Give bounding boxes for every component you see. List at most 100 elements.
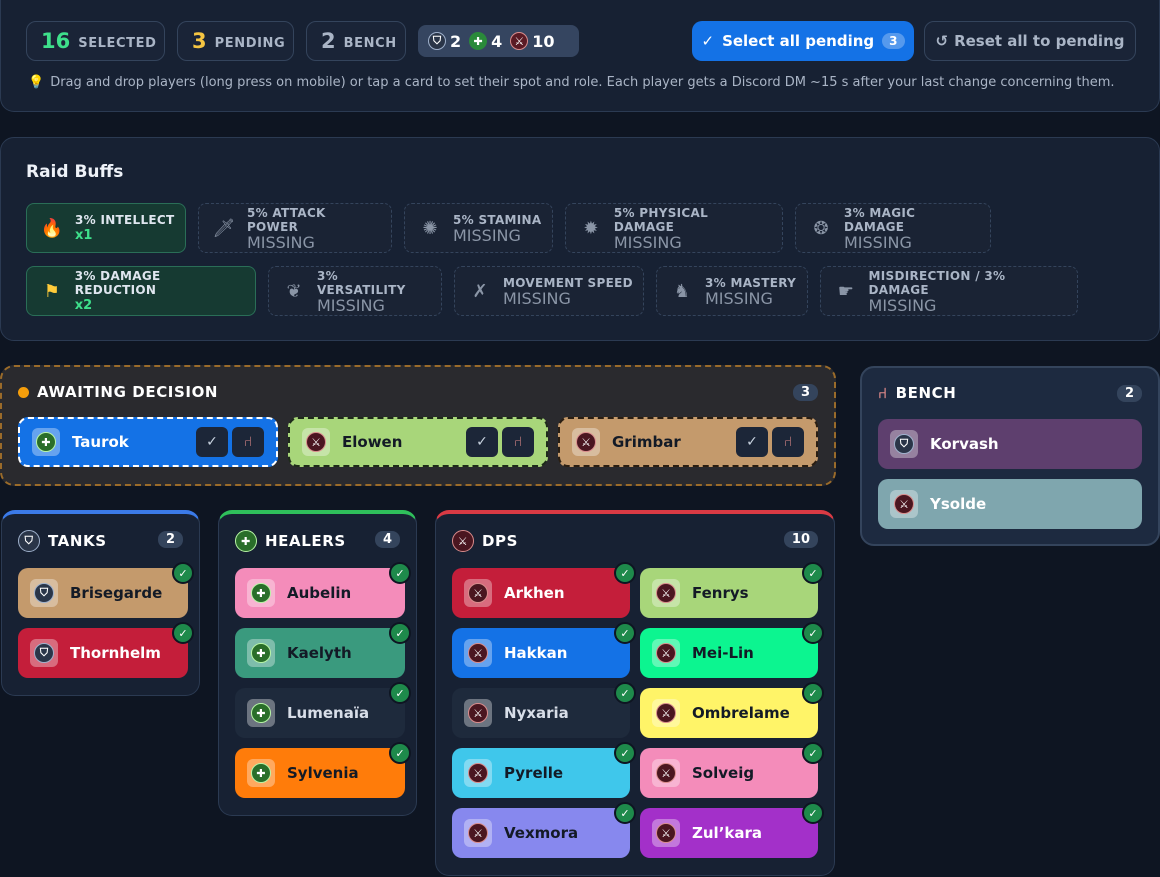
select-all-label: Select all pending [722,32,875,50]
selected-check-icon: ✓ [802,802,824,824]
player-card-hakkan[interactable]: ⚔ Hakkan ✓ [452,622,636,678]
reset-label: Reset all to pending [954,32,1125,50]
check-icon: ✓ [701,32,715,50]
avatar: ⚔ [464,819,492,847]
player-card-brisegarde[interactable]: ⛉ Brisegarde ✓ [18,562,194,618]
player-card-grimbar[interactable]: ⚔ Grimbar ✓ ⑁ [558,417,818,467]
dps-count-badge: 10 [783,531,818,548]
awaiting-decision-group[interactable]: AWAITING DECISION 3 ✚ Taurok ✓ ⑁ ⚔ Elowe… [0,365,836,486]
player-name: Brisegarde [70,584,163,602]
card-actions: ✓ ⑁ [466,427,534,457]
tank-count-value: 2 [450,31,462,51]
healer-icon: ✚ [251,703,271,723]
buff-value: MISSING [843,232,912,252]
player-name: Grimbar [612,433,681,451]
bench-count: 2 [321,29,336,53]
select-button[interactable]: ✓ [736,427,768,457]
cross-icon: ✚ [235,530,257,552]
selected-check-icon: ✓ [614,742,636,764]
player-card-solveig[interactable]: ⚔ Solveig ✓ [640,742,824,798]
avatar: ⚔ [890,490,918,518]
bench-button[interactable]: ⑁ [772,427,804,457]
pending-stat: 3 PENDING [177,21,294,61]
bench-button[interactable]: ⑁ [502,427,534,457]
select-button[interactable]: ✓ [466,427,498,457]
buff-value: MISSING [868,295,937,315]
tank-icon: ⛉ [34,643,54,663]
player-card-aubelin[interactable]: ✚ Aubelin ✓ [235,562,411,618]
avatar: ✚ [247,639,275,667]
player-card-ysolde[interactable]: ⚔ Ysolde [878,479,1142,529]
buff-name: 3% DAMAGE REDUCTION [74,268,161,297]
healer-count: ✚ 4 [469,32,502,51]
player-name: Arkhen [504,584,565,602]
healers-title-label: HEALERS [265,532,346,550]
bench-group[interactable]: ⑁ BENCH 2 ⛉ Korvash ⚔ Ysolde [860,366,1160,546]
select-button[interactable]: ✓ [196,427,228,457]
pending-dot-icon [18,386,29,398]
dps-group[interactable]: ⚔ DPS 10 ⚔ Arkhen ✓ ⚔ Fenrys ✓ ⚔ Hakkan … [435,510,835,876]
player-name: Pyrelle [504,764,564,782]
dps-icon: ⚔ [306,432,326,452]
avatar: ✚ [32,428,60,456]
player-card-thornhelm[interactable]: ⛉ Thornhelm ✓ [18,622,194,678]
player-name: Vexmora [504,824,579,842]
selected-stat: 16 SELECTED [26,21,165,61]
player-card-korvash[interactable]: ⛉ Korvash [878,419,1142,469]
player-name: Ombrelame [692,704,790,722]
dps-title: ⚔ DPS [452,530,518,552]
tank-count: ⛉ 2 [428,32,461,51]
buff-value: MISSING [705,288,773,308]
avatar: ✚ [247,579,275,607]
dps-icon: ⚔ [656,643,676,663]
buff-versatility: ❦ 3% VERSATILITY MISSING [268,266,442,316]
sword-icon: 🗡 [212,217,236,239]
buff-name: 5% STAMINA [453,212,542,227]
player-name: Aubelin [287,584,352,602]
avatar: ✚ [247,699,275,727]
avatar: ⛉ [30,579,58,607]
player-card-mei-lin[interactable]: ⚔ Mei-Lin ✓ [640,622,824,678]
avatar: ⚔ [464,639,492,667]
avatar: ⚔ [652,579,680,607]
player-name: Fenrys [692,584,749,602]
player-card-fenrys[interactable]: ⚔ Fenrys ✓ [640,562,824,618]
player-card-zulkara[interactable]: ⚔ Zul’kara ✓ [640,802,824,858]
player-card-kaelyth[interactable]: ✚ Kaelyth ✓ [235,622,411,678]
player-card-ombrelame[interactable]: ⚔ Ombrelame ✓ [640,682,824,738]
chair-icon: ⑁ [878,384,888,402]
player-card-sylvenia[interactable]: ✚ Sylvenia ✓ [235,742,411,798]
awaiting-title-label: AWAITING DECISION [37,383,219,401]
player-name: Kaelyth [287,644,352,662]
player-name: Sylvenia [287,764,359,782]
buff-name: MISDIRECTION / 3% DAMAGE [868,268,1006,297]
player-card-elowen[interactable]: ⚔ Elowen ✓ ⑁ [288,417,548,467]
player-card-nyxaria[interactable]: ⚔ Nyxaria ✓ [452,682,636,738]
player-name: Korvash [930,435,999,453]
role-counts: ⛉ 2 ✚ 4 ⚔ 10 [418,25,579,57]
player-card-vexmora[interactable]: ⚔ Vexmora ✓ [452,802,636,858]
reset-all-button[interactable]: ↺ Reset all to pending [924,21,1136,61]
paw-icon: ❦ [286,280,302,302]
pending-count: 3 [192,29,207,53]
avatar: ⚔ [464,579,492,607]
player-name: Lumenaïa [287,704,370,722]
player-card-lumenaia[interactable]: ✚ Lumenaïa ✓ [235,682,411,738]
player-card-taurok[interactable]: ✚ Taurok ✓ ⑁ [18,417,278,467]
dps-icon: ⚔ [656,583,676,603]
tanks-group[interactable]: ⛉ TANKS 2 ⛉ Brisegarde ✓ ⛉ Thornhelm ✓ [1,510,200,696]
player-card-arkhen[interactable]: ⚔ Arkhen ✓ [452,562,636,618]
buff-value: MISSING [613,232,682,252]
dps-icon: ⚔ [468,703,488,723]
player-name: Ysolde [930,495,987,513]
player-card-pyrelle[interactable]: ⚔ Pyrelle ✓ [452,742,636,798]
awaiting-title: AWAITING DECISION [18,383,218,401]
sword-icon: ⚔ [452,530,474,552]
healers-group[interactable]: ✚ HEALERS 4 ✚ Aubelin ✓ ✚ Kaelyth ✓ ✚ Lu… [218,510,417,816]
player-name: Zul’kara [692,824,763,842]
player-name: Solveig [692,764,755,782]
select-all-pending-button[interactable]: ✓ Select all pending 3 [692,21,914,61]
player-name: Nyxaria [504,704,569,722]
dps-count-value: 10 [532,31,555,51]
bench-button[interactable]: ⑁ [232,427,264,457]
